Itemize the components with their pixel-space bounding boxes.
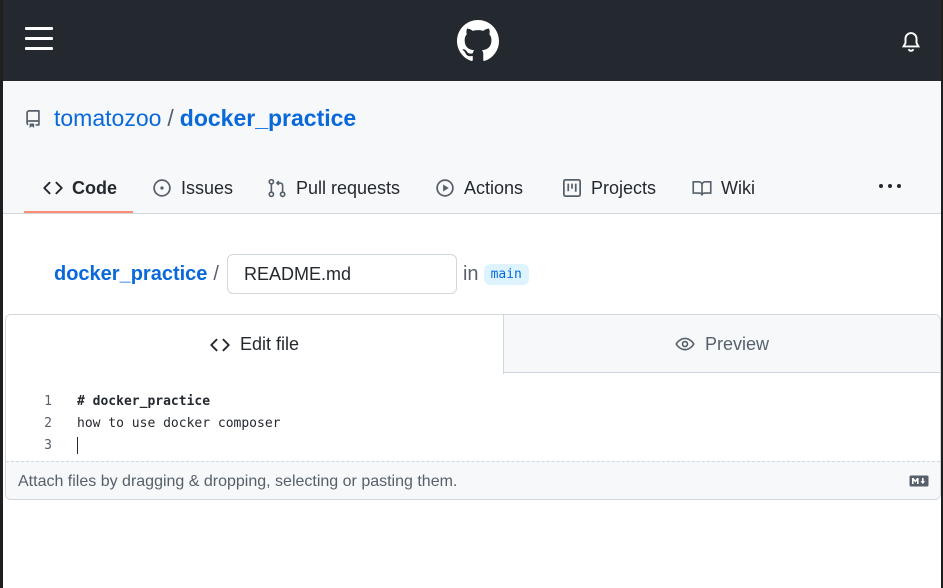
tab-pull-requests-label: Pull requests — [296, 177, 401, 198]
line-text[interactable]: # docker_practice — [77, 391, 210, 413]
breadcrumb-separator: / — [213, 262, 219, 285]
line-number: 2 — [44, 416, 52, 431]
editor-tabs: Edit file Preview — [6, 315, 940, 374]
filename-input[interactable] — [226, 254, 457, 294]
repo-icon — [26, 109, 40, 128]
play-icon — [436, 179, 454, 197]
attach-files-bar[interactable]: Attach files by dragging & dropping, sel… — [6, 461, 940, 499]
tab-preview-label: Preview — [704, 333, 770, 354]
line-number: 3 — [44, 438, 52, 453]
line-text-cursor[interactable] — [77, 435, 78, 457]
hamburger-menu-icon[interactable] — [25, 27, 53, 51]
tab-preview[interactable]: Preview — [504, 315, 940, 373]
project-icon — [563, 179, 581, 197]
tab-actions[interactable]: Actions — [435, 162, 523, 214]
code-line[interactable]: 2 how to use docker composer — [6, 413, 940, 435]
tab-actions-label: Actions — [464, 177, 524, 198]
eye-icon — [675, 337, 695, 351]
tab-issues[interactable]: Issues — [152, 162, 233, 214]
tab-code-label: Code — [72, 177, 117, 198]
file-editor: Edit file Preview 1 # docker_practice 2 … — [5, 314, 941, 500]
tab-edit-file-label: Edit file — [239, 334, 300, 354]
breadcrumb-repo-link[interactable]: docker_practice — [54, 263, 207, 286]
tab-projects[interactable]: Projects — [562, 162, 656, 214]
repo-header: tomatozoo / docker_practice Code Issues … — [3, 81, 941, 214]
attach-files-text: Attach files by dragging & dropping, sel… — [18, 473, 458, 490]
code-editor-area[interactable]: 1 # docker_practice 2 how to use docker … — [6, 391, 940, 457]
repo-separator: / — [167, 105, 174, 131]
repo-owner-link[interactable]: tomatozoo — [54, 105, 161, 132]
issue-opened-icon — [153, 179, 171, 197]
line-number: 1 — [44, 394, 52, 409]
kebab-horizontal-icon[interactable] — [879, 182, 903, 192]
code-icon — [43, 181, 63, 195]
code-line[interactable]: 3 — [6, 435, 940, 457]
tab-wiki-label: Wiki — [721, 177, 755, 198]
repo-name-link[interactable]: docker_practice — [180, 105, 356, 132]
tab-pull-requests[interactable]: Pull requests — [267, 162, 400, 214]
tab-code[interactable]: Code — [43, 162, 117, 214]
active-tab-underline — [24, 211, 133, 213]
tab-projects-label: Projects — [591, 177, 657, 198]
tab-wiki[interactable]: Wiki — [692, 162, 755, 214]
git-pull-request-icon — [268, 178, 286, 198]
text-cursor — [77, 437, 78, 454]
bell-icon[interactable] — [900, 30, 922, 54]
book-icon — [692, 180, 712, 196]
code-icon — [210, 338, 230, 351]
file-path-row: docker_practice / in main — [54, 254, 529, 294]
github-logo-icon[interactable] — [457, 20, 499, 62]
tab-issues-label: Issues — [181, 177, 234, 198]
repo-title: tomatozoo / docker_practice — [24, 105, 356, 132]
branch-badge[interactable]: main — [483, 263, 529, 285]
code-line[interactable]: 1 # docker_practice — [6, 391, 940, 413]
global-header — [3, 0, 941, 81]
line-text[interactable]: how to use docker composer — [77, 413, 281, 435]
tab-edit-file[interactable]: Edit file — [6, 315, 504, 374]
markdown-icon[interactable] — [909, 475, 929, 487]
in-label: in — [462, 262, 479, 285]
repo-nav: Code Issues Pull requests Actions Projec… — [3, 162, 941, 214]
